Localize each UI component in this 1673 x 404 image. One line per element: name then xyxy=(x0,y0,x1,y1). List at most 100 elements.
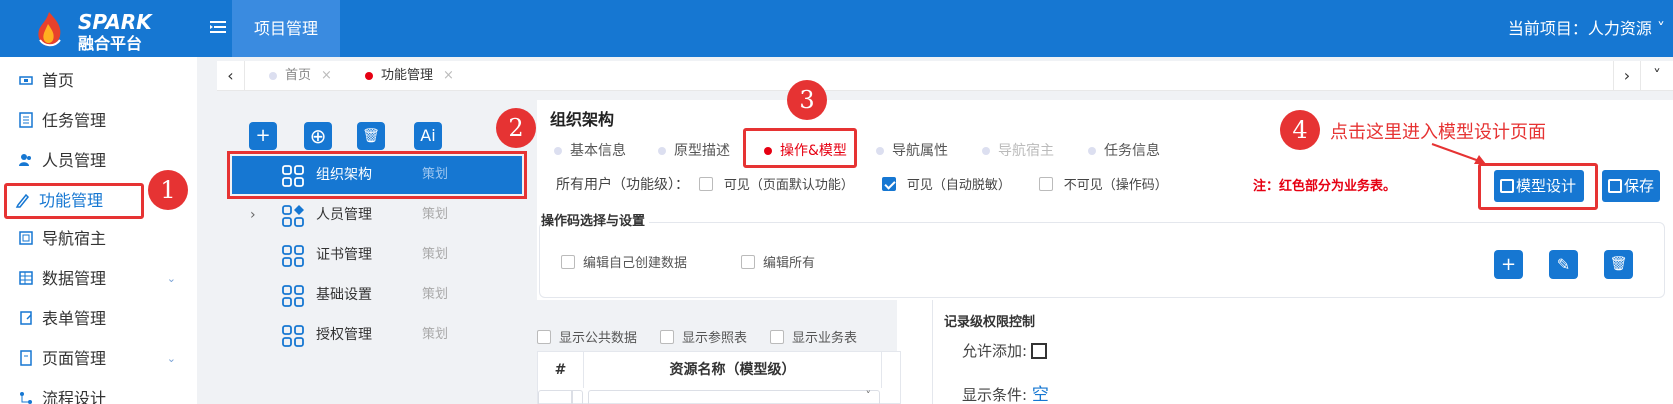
delete-button[interactable]: 🗑 xyxy=(357,122,385,150)
subtab-nav-props[interactable]: 导航属性 xyxy=(874,140,948,162)
section-title: 操作码选择与设置 xyxy=(541,210,650,229)
sidebar-item-data[interactable]: 数据管理 ⌄ xyxy=(8,261,188,297)
expand-icon[interactable]: › xyxy=(250,196,256,234)
subtab-prototype[interactable]: 原型描述 xyxy=(656,140,730,162)
show-reference-option[interactable]: 显示参照表 xyxy=(660,327,747,346)
sidebar-item-label: 表单管理 xyxy=(42,309,107,328)
visible-masked-checkbox[interactable] xyxy=(882,177,897,191)
show-public-option[interactable]: 显示公共数据 xyxy=(537,327,637,346)
function-permission-row: 所有用户（功能级）： 可见（页面默认功能） 可见（自动脱敏） 不可见（操作码） xyxy=(556,174,1168,196)
invisible-opcode-checkbox[interactable] xyxy=(1039,177,1054,191)
checkbox-label: 显示参照表 xyxy=(682,331,748,346)
show-business-checkbox[interactable] xyxy=(770,330,784,344)
sidebar-item-label: 功能管理 xyxy=(39,191,104,210)
subtab-nav-host: 导航宿主 xyxy=(980,140,1054,162)
close-icon[interactable]: × xyxy=(321,68,332,83)
tab-dot-icon xyxy=(365,72,373,80)
tree-row-basic-settings[interactable]: 基础设置 策划 xyxy=(232,276,522,314)
page-tab-bar: ‹ 首页 × 功能管理 × › ˅ xyxy=(217,61,1673,91)
show-condition-link[interactable]: 空 xyxy=(1032,385,1049,404)
row-selector[interactable] xyxy=(538,390,583,404)
add-button[interactable]: + xyxy=(249,122,277,150)
tab-dot-icon xyxy=(269,72,277,80)
checkbox-label: 编辑所有 xyxy=(763,256,816,271)
add-opcode-button[interactable]: + xyxy=(1494,250,1523,279)
tab-label: 首页 xyxy=(285,68,312,83)
sidebar-item-page[interactable]: 页面管理 ⌄ xyxy=(8,341,188,377)
form-icon xyxy=(20,311,32,325)
tab-dot-icon xyxy=(982,147,990,155)
business-table-note: 注：红色部分为业务表。 xyxy=(1253,179,1397,194)
visible-default-checkbox[interactable] xyxy=(699,177,714,191)
tab-next-icon[interactable]: › xyxy=(1613,61,1641,91)
module-grid-icon xyxy=(282,285,304,307)
tree-row-personnel[interactable]: › 人员管理 策划 xyxy=(232,196,522,234)
edit-own-option[interactable]: 编辑自己创建数据 xyxy=(561,252,687,271)
checkbox-label: 可见（自动脱敏） xyxy=(906,178,1011,193)
edit-all-checkbox[interactable] xyxy=(741,255,755,269)
edit-own-checkbox[interactable] xyxy=(561,255,575,269)
sidebar-item-task[interactable]: 任务管理 xyxy=(8,103,188,139)
checkbox-label: 显示业务表 xyxy=(792,331,858,346)
annotation-badge-4: 4 xyxy=(1280,110,1320,150)
allow-add-checkbox[interactable] xyxy=(1031,343,1048,359)
tree-row-certificate[interactable]: 证书管理 策划 xyxy=(232,236,522,274)
resource-select[interactable]: ˅ xyxy=(588,389,880,404)
save-button[interactable]: 保存 xyxy=(1602,170,1661,202)
allow-add-label: 允许添加: xyxy=(962,342,1028,360)
module-grid-icon xyxy=(282,165,304,187)
sidebar-item-flow[interactable]: 流程设计 xyxy=(8,381,188,404)
nav-host-icon xyxy=(19,231,33,245)
save-icon xyxy=(1608,179,1622,193)
show-condition-row: 显示条件: 空 xyxy=(962,380,1049,404)
delete-opcode-button[interactable]: 🗑 xyxy=(1604,250,1633,279)
logo[interactable]: SPARK 融合平台 xyxy=(34,8,164,53)
record-permission-title: 记录级权限控制 xyxy=(944,315,1036,330)
tree-row-authorization[interactable]: 授权管理 策划 xyxy=(232,316,522,354)
logo-subtitle: 融合平台 xyxy=(78,34,143,53)
subtab-task-info[interactable]: 任务信息 xyxy=(1086,140,1160,162)
module-grid-icon xyxy=(282,325,304,347)
ai-button[interactable]: Ai xyxy=(414,122,442,150)
annotation-highlight-subtab xyxy=(743,128,857,168)
annotation-arrow-icon xyxy=(1431,143,1486,164)
tree-row-tag: 策划 xyxy=(422,207,449,222)
chevron-down-icon[interactable]: ⌄ xyxy=(167,261,176,297)
menu-toggle-icon[interactable] xyxy=(208,17,228,37)
top-tab-project-management[interactable]: 项目管理 xyxy=(232,0,340,57)
edit-all-option[interactable]: 编辑所有 xyxy=(741,252,815,271)
sidebar-item-function[interactable]: 功能管理 xyxy=(4,183,144,219)
top-bar: SPARK 融合平台 项目管理 当前项目：人力资源 ˅ xyxy=(0,0,1673,57)
tab-home[interactable]: 首页 × xyxy=(257,61,332,91)
tree-row-label: 基础设置 xyxy=(316,287,372,303)
sidebar-item-nav-host[interactable]: 导航宿主 xyxy=(8,221,188,257)
module-grid-icon xyxy=(282,245,304,267)
show-business-option[interactable]: 显示业务表 xyxy=(770,327,857,346)
show-condition-label: 显示条件: xyxy=(962,386,1028,404)
column-header-resource: 资源名称（模型级） xyxy=(584,352,882,388)
checkbox-label: 显示公共数据 xyxy=(559,331,638,346)
close-icon[interactable]: × xyxy=(443,68,454,83)
tab-more-icon[interactable]: ˅ xyxy=(1643,61,1671,91)
tab-dot-icon xyxy=(554,147,562,155)
checkbox-label: 编辑自己创建数据 xyxy=(583,256,688,271)
subtab-label: 导航宿主 xyxy=(998,143,1054,159)
tab-prev-icon[interactable]: ‹ xyxy=(217,61,245,91)
show-public-checkbox[interactable] xyxy=(537,330,551,344)
page-icon xyxy=(20,350,32,366)
tab-dot-icon xyxy=(658,147,666,155)
subtab-label: 基本信息 xyxy=(570,143,626,159)
checkbox-label: 可见（页面默认功能） xyxy=(723,178,854,193)
chevron-down-icon[interactable]: ⌄ xyxy=(167,341,176,377)
subtab-basic-info[interactable]: 基本信息 xyxy=(552,140,626,162)
edit-opcode-button[interactable]: ✎ xyxy=(1549,250,1578,279)
current-project-selector[interactable]: 当前项目：人力资源 ˅ xyxy=(1508,0,1665,57)
show-reference-checkbox[interactable] xyxy=(660,330,674,344)
function-icon xyxy=(15,193,30,208)
tree-row-org[interactable]: 组织架构 策划 xyxy=(227,151,527,199)
tab-function-management[interactable]: 功能管理 × xyxy=(353,61,454,91)
add-child-button[interactable]: ⊕ xyxy=(304,122,332,150)
sidebar-item-form[interactable]: 表单管理 xyxy=(8,301,188,337)
sidebar-item-home[interactable]: 首页 xyxy=(8,63,188,99)
sidebar: 首页 任务管理 人员管理 功能管理 导航宿主 数据管理 ⌄ 表单管理 页面管理 … xyxy=(0,57,197,404)
